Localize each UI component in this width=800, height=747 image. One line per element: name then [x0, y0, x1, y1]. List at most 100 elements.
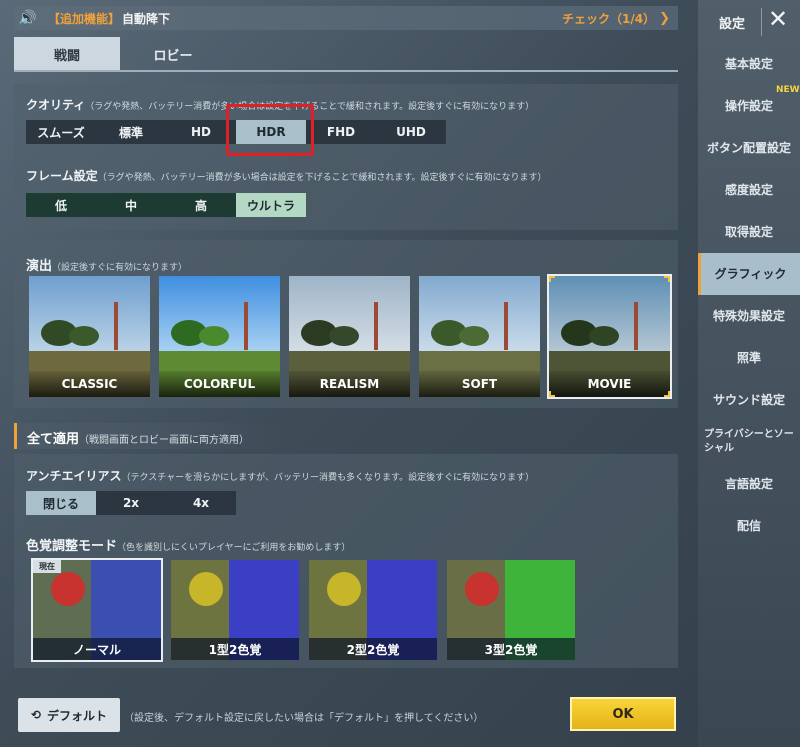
color-mode-caption: ノーマル [33, 638, 161, 660]
apply-all-note: （戦闘画面とロビー画面に両方適用） [79, 435, 250, 446]
antialias-note: （テクスチャーを滑らかにしますが、バッテリー消費も多くなります。設定後すぐに有効… [121, 473, 535, 483]
frame-selector: 低 中 高 ウルトラ [26, 193, 306, 217]
preset-caption: CLASSIC [29, 371, 150, 397]
color-blind-modes: 現在 ノーマル 1型2色覚 2型2色覚 3型2色覚 [31, 558, 575, 662]
antialias-option-4x[interactable]: 4x [166, 491, 236, 515]
tree-shape [589, 326, 619, 346]
color-blind-note: （色を識別しにくいプレイヤーにご利用をお勧めします） [117, 543, 351, 553]
hdr-highlight-box [226, 104, 314, 156]
corner-mark [549, 276, 555, 282]
notice-check[interactable]: チェック（1/4） [562, 10, 655, 27]
tree-shape [69, 326, 99, 346]
sidebar-item-aim[interactable]: 照準 [698, 337, 800, 379]
sidebar-item-layout[interactable]: ボタン配置設定 [698, 127, 800, 169]
antialias-label: アンチエイリアス（テクスチャーを滑らかにしますが、バッテリー消費も多くなります。… [26, 467, 534, 484]
apply-all-header: 全て適用（戦闘画面とロビー画面に両方適用） [14, 423, 292, 449]
apply-all-label: 全て適用（戦闘画面とロビー画面に両方適用） [27, 428, 249, 447]
antialias-option-off[interactable]: 閉じる [26, 491, 96, 515]
color-mode-deuteranopia[interactable]: 2型2色覚 [309, 560, 437, 660]
sidebar-item-sound[interactable]: サウンド設定 [698, 379, 800, 421]
sidebar-item-language[interactable]: 言語設定 [698, 463, 800, 505]
color-mode-protanopia[interactable]: 1型2色覚 [171, 560, 299, 660]
sidebar-item-stream[interactable]: 配信 [698, 505, 800, 547]
tower-shape [374, 302, 378, 350]
ok-button[interactable]: OK [570, 697, 676, 731]
sidebar-item-privacy[interactable]: プライバシーとソーシャル [698, 421, 800, 463]
apply-all-title: 全て適用 [27, 432, 80, 447]
color-blind-title: 色覚調整モード [26, 539, 118, 554]
preset-colorful[interactable]: COLORFUL [159, 276, 280, 397]
tower-shape [114, 302, 118, 350]
preset-realism[interactable]: REALISM [289, 276, 410, 397]
frame-option-high[interactable]: 高 [166, 193, 236, 217]
style-note: （設定後すぐに有効になります） [52, 263, 188, 273]
tower-shape [634, 302, 638, 350]
style-presets: CLASSIC COLORFUL REALISM SOFT MOVIE [29, 274, 672, 399]
notice-tag: 【追加機能】 [48, 11, 121, 26]
color-mode-caption: 3型2色覚 [447, 638, 575, 660]
new-badge: NEW [776, 85, 800, 95]
tree-shape [459, 326, 489, 346]
style-label: 演出（設定後すぐに有効になります） [26, 255, 187, 274]
tower-shape [244, 302, 248, 350]
style-title: 演出 [26, 259, 53, 274]
tower-shape [504, 302, 508, 350]
preset-caption: REALISM [289, 371, 410, 397]
preset-movie[interactable]: MOVIE [547, 274, 672, 399]
preset-caption: MOVIE [549, 371, 670, 397]
mode-tabs: 戦闘 ロビー [14, 37, 226, 71]
notice-bar[interactable]: 🔊 【追加機能】 自動降下 チェック（1/4） ❯ [14, 6, 678, 30]
antialias-option-2x[interactable]: 2x [96, 491, 166, 515]
frame-label: フレーム設定（ラグや発熱、バッテリー消費が多い場合は設定を下げることで緩和されま… [26, 167, 546, 184]
sidebar-item-basic[interactable]: 基本設定 [698, 43, 800, 85]
frame-option-low[interactable]: 低 [26, 193, 96, 217]
quality-option-uhd[interactable]: UHD [376, 120, 446, 144]
map-marker [465, 572, 499, 606]
corner-mark [664, 391, 670, 397]
sidebar-title: 設定 [719, 17, 746, 32]
close-icon[interactable]: ✕ [768, 7, 788, 31]
color-mode-caption: 2型2色覚 [309, 638, 437, 660]
default-label: デフォルト [47, 708, 108, 723]
tab-battle[interactable]: 戦闘 [14, 37, 120, 71]
antialias-selector: 閉じる 2x 4x [26, 491, 236, 515]
sidebar-header: 設定 ✕ [698, 0, 800, 43]
color-mode-tritanopia[interactable]: 3型2色覚 [447, 560, 575, 660]
tree-shape [329, 326, 359, 346]
sidebar-item-pickup[interactable]: 取得設定 [698, 211, 800, 253]
color-blind-label: 色覚調整モード（色を識別しにくいプレイヤーにご利用をお勧めします） [26, 535, 350, 554]
corner-mark [549, 391, 555, 397]
frame-option-mid[interactable]: 中 [96, 193, 166, 217]
quality-option-smooth[interactable]: スムーズ [26, 120, 96, 144]
header-divider [761, 8, 762, 36]
color-mode-normal[interactable]: 現在 ノーマル [31, 558, 163, 662]
color-mode-caption: 1型2色覚 [171, 638, 299, 660]
preset-caption: COLORFUL [159, 371, 280, 397]
corner-mark [664, 276, 670, 282]
preset-classic[interactable]: CLASSIC [29, 276, 150, 397]
frame-option-ultra[interactable]: ウルトラ [236, 193, 306, 217]
sidebar-item-sensitivity[interactable]: 感度設定 [698, 169, 800, 211]
map-marker [327, 572, 361, 606]
frame-title: フレーム設定 [26, 169, 98, 183]
sidebar-item-effects[interactable]: 特殊効果設定 [698, 295, 800, 337]
tab-lobby[interactable]: ロビー [120, 37, 226, 71]
map-marker [189, 572, 223, 606]
reset-icon: ⟲ [30, 708, 42, 722]
settings-sidebar: 設定 ✕ 基本設定 操作設定 NEW ボタン配置設定 感度設定 取得設定 グラフ… [698, 0, 800, 747]
notice-message: 自動降下 [122, 11, 171, 26]
tree-shape [199, 326, 229, 346]
map-marker [51, 572, 85, 606]
preset-soft[interactable]: SOFT [419, 276, 540, 397]
frame-note: （ラグや発熱、バッテリー消費が多い場合は設定を下げることで緩和されます。設定後す… [97, 173, 547, 183]
quality-option-standard[interactable]: 標準 [96, 120, 166, 144]
quality-title: クオリティ [26, 98, 86, 112]
sidebar-item-graphics[interactable]: グラフィック [698, 253, 800, 295]
default-button[interactable]: ⟲ デフォルト [18, 698, 120, 732]
speaker-icon: 🔊 [18, 9, 37, 27]
quality-option-fhd[interactable]: FHD [306, 120, 376, 144]
current-tag: 現在 [33, 560, 61, 573]
tabs-divider [14, 70, 678, 72]
chevron-right-icon[interactable]: ❯ [659, 11, 670, 26]
preset-caption: SOFT [419, 371, 540, 397]
